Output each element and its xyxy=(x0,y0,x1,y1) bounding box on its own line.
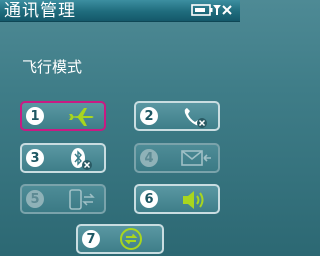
button-number: 7 xyxy=(82,230,100,248)
title-bar: 通讯管理 xyxy=(0,0,240,22)
sync-button[interactable]: 7 xyxy=(76,224,164,254)
airplane-icon xyxy=(68,108,94,126)
phone-disabled-icon xyxy=(184,108,207,128)
phone-button[interactable]: 2 xyxy=(134,101,220,131)
signal-icon xyxy=(213,5,221,15)
window-title: 通讯管理 xyxy=(4,1,76,21)
mail-button[interactable]: 4 xyxy=(134,143,220,173)
device-sync-button[interactable]: 5 xyxy=(20,184,106,214)
button-number: 4 xyxy=(140,149,158,167)
button-number: 5 xyxy=(26,190,44,208)
speaker-icon xyxy=(183,191,204,209)
button-number: 1 xyxy=(26,107,44,125)
bluetooth-disabled-icon xyxy=(71,148,92,170)
speaker-button[interactable]: 6 xyxy=(134,184,220,214)
battery-icon xyxy=(191,4,213,16)
section-label: 飞行模式 xyxy=(22,58,83,76)
mail-icon xyxy=(181,150,211,166)
button-number: 3 xyxy=(26,149,44,167)
button-number: 2 xyxy=(140,107,158,125)
bluetooth-button[interactable]: 3 xyxy=(20,143,106,173)
airplane-mode-button[interactable]: 1 xyxy=(20,101,106,131)
close-icon[interactable] xyxy=(222,5,232,15)
device-sync-icon xyxy=(69,189,95,210)
button-number: 6 xyxy=(140,190,158,208)
status-icons xyxy=(190,2,238,19)
sync-icon xyxy=(120,228,142,250)
